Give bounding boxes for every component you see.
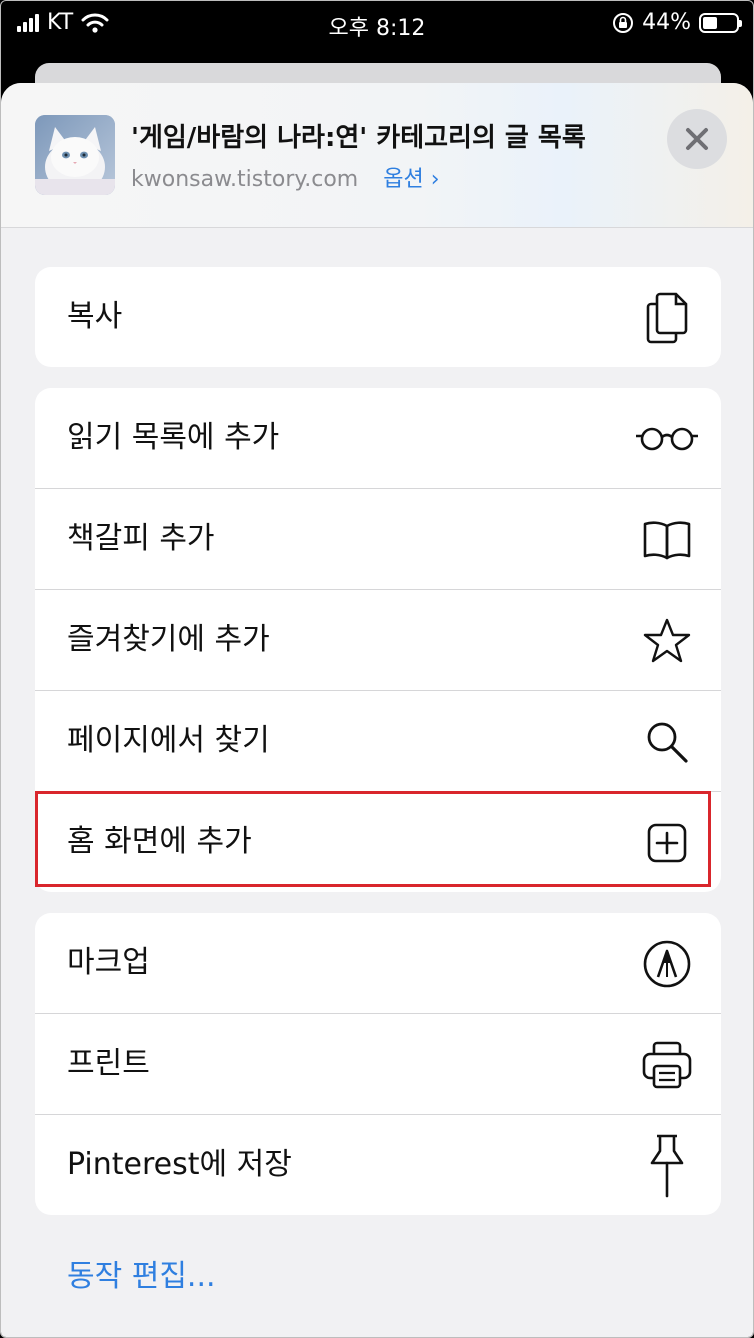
- action-save-pinterest[interactable]: Pinterest에 저장: [35, 1115, 721, 1215]
- page-subtitle: kwonsaw.tistory.com 옵션 ›: [131, 161, 440, 193]
- action-label: 즐겨찾기에 추가: [67, 622, 270, 657]
- action-find-on-page[interactable]: 페이지에서 찾기: [35, 691, 721, 792]
- rotation-lock-icon: [613, 12, 634, 33]
- phone-screen: KT 오후 8:12 44% '게임/바람의 나라:연' 카테고리의 글 목록 …: [0, 0, 754, 1338]
- search-icon: [639, 715, 695, 769]
- action-label: 프린트: [67, 1046, 150, 1081]
- action-print[interactable]: 프린트: [35, 1014, 721, 1115]
- status-right: 44%: [612, 10, 742, 35]
- action-add-bookmark[interactable]: 책갈피 추가: [35, 489, 721, 590]
- action-copy[interactable]: 복사: [35, 267, 721, 367]
- page-domain: kwonsaw.tistory.com: [131, 167, 359, 192]
- action-label: 페이지에서 찾기: [67, 723, 270, 758]
- battery-icon: [699, 12, 742, 33]
- close-icon: [686, 128, 708, 150]
- edit-actions-link[interactable]: 동작 편집...: [67, 1251, 216, 1295]
- action-label: 책갈피 추가: [67, 521, 215, 556]
- action-add-favorites[interactable]: 즐겨찾기에 추가: [35, 590, 721, 691]
- action-label: 읽기 목록에 추가: [67, 420, 280, 455]
- options-label: 옵션: [383, 167, 424, 192]
- status-bar: KT 오후 8:12 44%: [1, 1, 753, 47]
- page-title: '게임/바람의 나라:연' 카테고리의 글 목록: [131, 123, 586, 153]
- pin-icon: [639, 1133, 695, 1199]
- action-group-copy: 복사: [35, 267, 721, 367]
- copy-icon: [639, 291, 695, 345]
- add-square-icon: [639, 816, 695, 870]
- action-add-to-home-screen[interactable]: 홈 화면에 추가: [35, 792, 721, 892]
- action-label: Pinterest에 저장: [67, 1147, 292, 1182]
- action-group-other: 마크업 프린트 Pinterest에 저장: [35, 913, 721, 1215]
- battery-percent: 44%: [642, 10, 691, 35]
- action-markup[interactable]: 마크업: [35, 913, 721, 1014]
- action-label: 마크업: [67, 945, 150, 980]
- action-label: 복사: [67, 299, 123, 334]
- star-icon: [639, 614, 695, 668]
- page-thumbnail: [35, 115, 115, 195]
- glasses-icon: [635, 412, 699, 466]
- book-icon: [639, 513, 695, 567]
- close-button[interactable]: [667, 109, 727, 169]
- share-sheet-header: '게임/바람의 나라:연' 카테고리의 글 목록 kwonsaw.tistory…: [1, 83, 753, 228]
- action-label: 홈 화면에 추가: [67, 824, 252, 859]
- printer-icon: [639, 1038, 695, 1092]
- options-button[interactable]: 옵션 ›: [383, 167, 439, 192]
- chevron-right-icon: ›: [430, 167, 440, 192]
- action-add-reading-list[interactable]: 읽기 목록에 추가: [35, 388, 721, 489]
- action-group-page: 읽기 목록에 추가 책갈피 추가 즐겨찾기에 추가 페이지에서 찾기 홈 화면에…: [35, 388, 721, 892]
- markup-icon: [639, 937, 695, 991]
